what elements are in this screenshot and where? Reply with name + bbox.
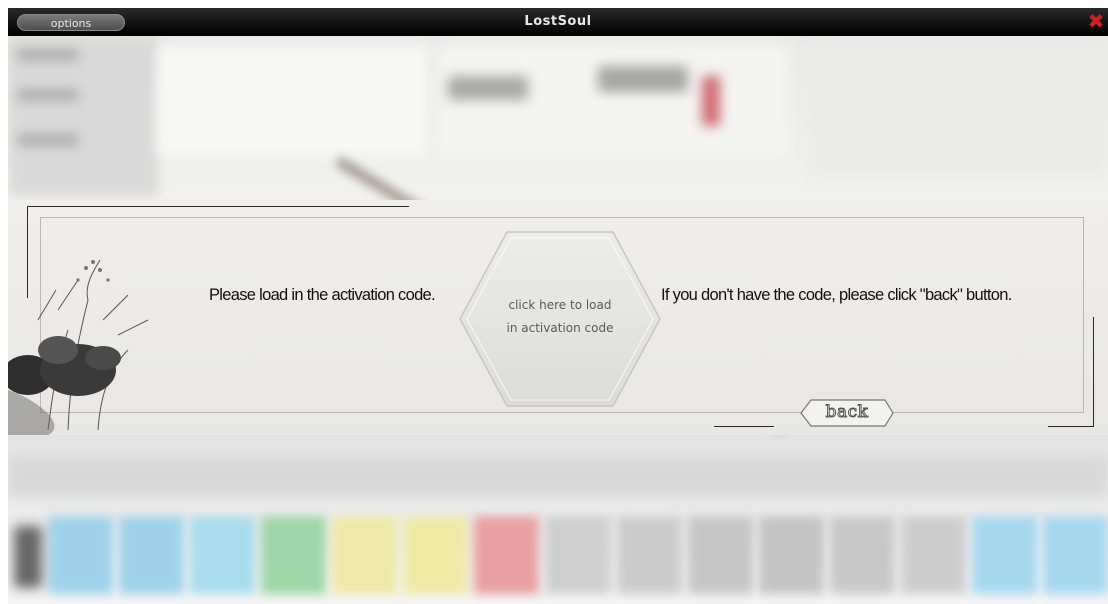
load-button-label: click here to load in activation code — [458, 294, 662, 340]
load-button-label-line1: click here to load — [508, 298, 612, 312]
key-blur — [190, 516, 256, 594]
activation-instruction-text: Please load in the activation code. — [209, 286, 436, 304]
no-code-instruction-text: If you don't have the code, please click… — [661, 286, 1012, 304]
seal-blur — [702, 76, 720, 126]
keyboard-blur — [48, 516, 1108, 594]
controls-row-blur — [8, 456, 1108, 496]
back-button-label: back — [825, 402, 869, 423]
panel-blur — [158, 46, 428, 156]
key-blur — [616, 516, 682, 594]
menu-blur — [18, 136, 78, 144]
title-bar: options LostSoul ✖ — [8, 8, 1108, 36]
key-blur — [758, 516, 824, 594]
key-blur — [403, 516, 469, 594]
logo-area-blur — [438, 46, 788, 156]
load-button-label-line2: in activation code — [506, 321, 614, 335]
back-button[interactable]: back — [799, 398, 895, 428]
frame-line — [1093, 317, 1094, 427]
key-blur — [829, 516, 895, 594]
key-blur — [900, 516, 966, 594]
lotus-ink-decoration — [8, 259, 149, 435]
key-blur — [474, 516, 540, 594]
key-blur — [687, 516, 753, 594]
activation-panel: Please load in the activation code. If y… — [8, 200, 1108, 435]
key-blur — [48, 516, 114, 594]
key-blur — [332, 516, 398, 594]
right-panel-blur — [808, 46, 1108, 176]
key-blur — [1042, 516, 1108, 594]
frame-line — [27, 206, 409, 207]
key-blur — [971, 516, 1037, 594]
logo-text-blur — [598, 66, 688, 92]
load-activation-code-button[interactable]: click here to load in activation code — [458, 230, 662, 408]
frame-line — [714, 426, 774, 427]
menu-blur — [18, 91, 78, 99]
key-blur — [545, 516, 611, 594]
pitch-wheel-blur — [14, 526, 42, 588]
close-icon[interactable]: ✖ — [1086, 11, 1106, 31]
menu-blur — [18, 51, 78, 59]
app-title: LostSoul — [524, 14, 592, 29]
frame-line — [1048, 426, 1094, 427]
key-blur — [119, 516, 185, 594]
key-blur — [261, 516, 327, 594]
sidebar-blur — [8, 36, 158, 196]
logo-text-blur — [448, 76, 528, 100]
